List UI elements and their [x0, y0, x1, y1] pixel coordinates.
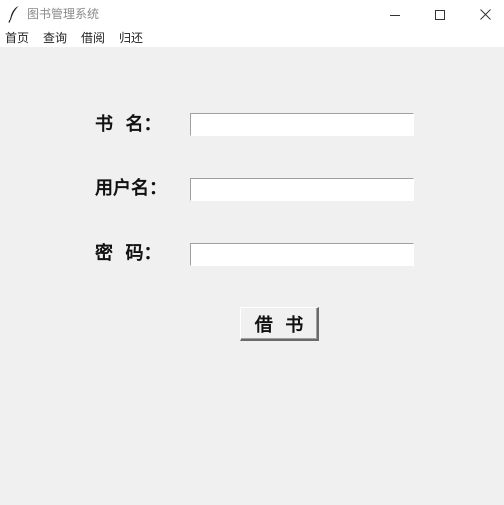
app-window: 图书管理系统 首页 查询 借阅 归还 书 名： 用户名： 密 码： 借 书: [0, 0, 504, 505]
password-label: 密 码：: [95, 243, 162, 264]
book-name-label: 书 名：: [95, 114, 162, 135]
window-title: 图书管理系统: [27, 7, 100, 21]
username-label: 用户名：: [95, 178, 167, 199]
password-input[interactable]: [190, 243, 414, 266]
minimize-button[interactable]: [372, 0, 418, 28]
maximize-button[interactable]: [417, 0, 463, 28]
menu-item-home[interactable]: 首页: [5, 30, 29, 46]
close-button[interactable]: [462, 0, 504, 28]
feather-icon: [8, 5, 20, 23]
title-bar[interactable]: 图书管理系统: [0, 0, 504, 28]
book-name-input[interactable]: [190, 113, 414, 136]
minimize-icon: [390, 5, 400, 24]
menu-item-query[interactable]: 查询: [43, 30, 67, 46]
borrow-book-button[interactable]: 借 书: [240, 307, 319, 341]
menu-bar: 首页 查询 借阅 归还: [0, 28, 504, 48]
username-input[interactable]: [190, 178, 414, 201]
close-icon: [479, 5, 491, 24]
menu-item-return[interactable]: 归还: [119, 30, 143, 46]
menu-item-borrow[interactable]: 借阅: [81, 30, 105, 46]
maximize-icon: [435, 5, 445, 24]
